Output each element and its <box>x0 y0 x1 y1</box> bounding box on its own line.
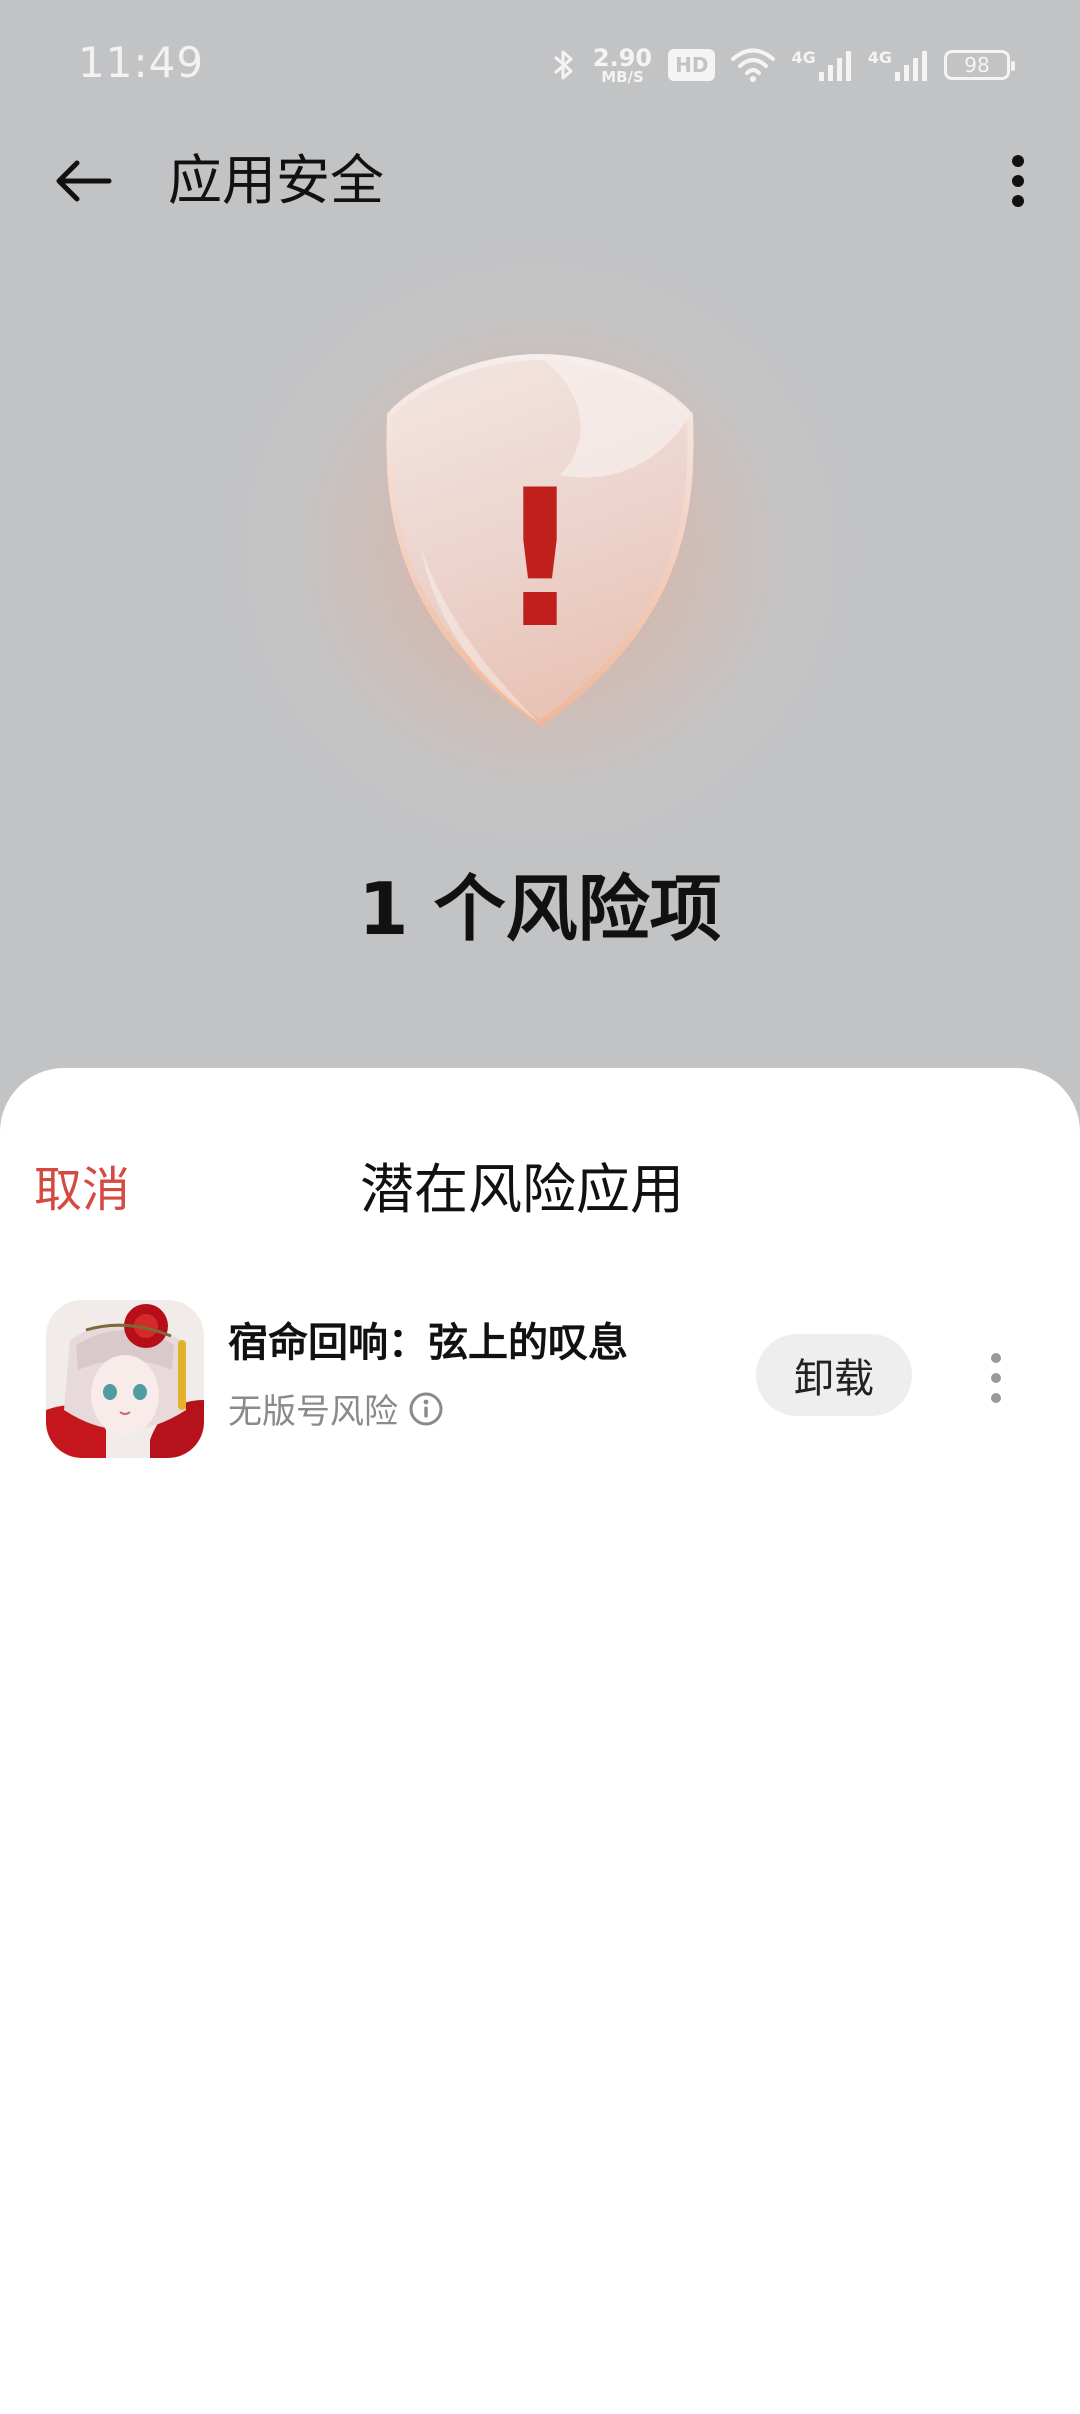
risk-apps-sheet: 取消 潜在风险应用 宿命回响：弦上的叹息 无版号风险 卸载 <box>0 1068 1080 2414</box>
info-icon[interactable] <box>408 1391 444 1427</box>
app-name: 宿命回响：弦上的叹息 <box>228 1320 628 1366</box>
net-speed-unit: MB/S <box>601 67 644 86</box>
app-bar: 应用安全 <box>0 130 1080 230</box>
wifi-icon <box>731 48 776 82</box>
battery-icon: 98 <box>944 50 1015 80</box>
back-arrow-icon <box>56 160 112 202</box>
status-time: 11:49 <box>78 38 205 87</box>
battery-level: 98 <box>964 53 990 77</box>
more-vertical-icon <box>1012 155 1024 207</box>
net-speed: 2.90 MB/S <box>593 46 652 85</box>
signal-1-label: 4G <box>791 48 816 67</box>
uninstall-button[interactable]: 卸载 <box>756 1334 912 1416</box>
more-vertical-icon <box>991 1353 1001 1403</box>
more-options-button[interactable] <box>988 148 1048 214</box>
status-bar: 11:49 2.90 MB/S HD 4G 4G 98 <box>0 0 1080 130</box>
shield-symbol: ! <box>497 449 584 670</box>
list-item[interactable]: 宿命回响：弦上的叹息 无版号风险 卸载 <box>0 1288 1080 1458</box>
net-speed-value: 2.90 <box>592 43 653 72</box>
row-more-button[interactable] <box>976 1338 1016 1418</box>
hd-badge: HD <box>668 49 716 81</box>
shield-icon: ! <box>360 345 720 735</box>
sheet-title: 潜在风险应用 <box>360 1158 684 1221</box>
risk-label-row: 无版号风险 <box>228 1384 444 1433</box>
page-title: 应用安全 <box>168 149 384 212</box>
risk-summary: 1 个风险项 <box>358 867 722 951</box>
status-icons: 2.90 MB/S HD 4G 4G 98 <box>551 40 1015 90</box>
signal-icon: 4G <box>868 48 928 82</box>
app-icon <box>46 1300 204 1458</box>
risk-label: 无版号风险 <box>228 1392 398 1432</box>
bluetooth-icon <box>551 47 577 83</box>
signal-icon: 4G <box>791 48 851 82</box>
signal-2-label: 4G <box>867 48 892 67</box>
back-button[interactable] <box>50 148 116 214</box>
